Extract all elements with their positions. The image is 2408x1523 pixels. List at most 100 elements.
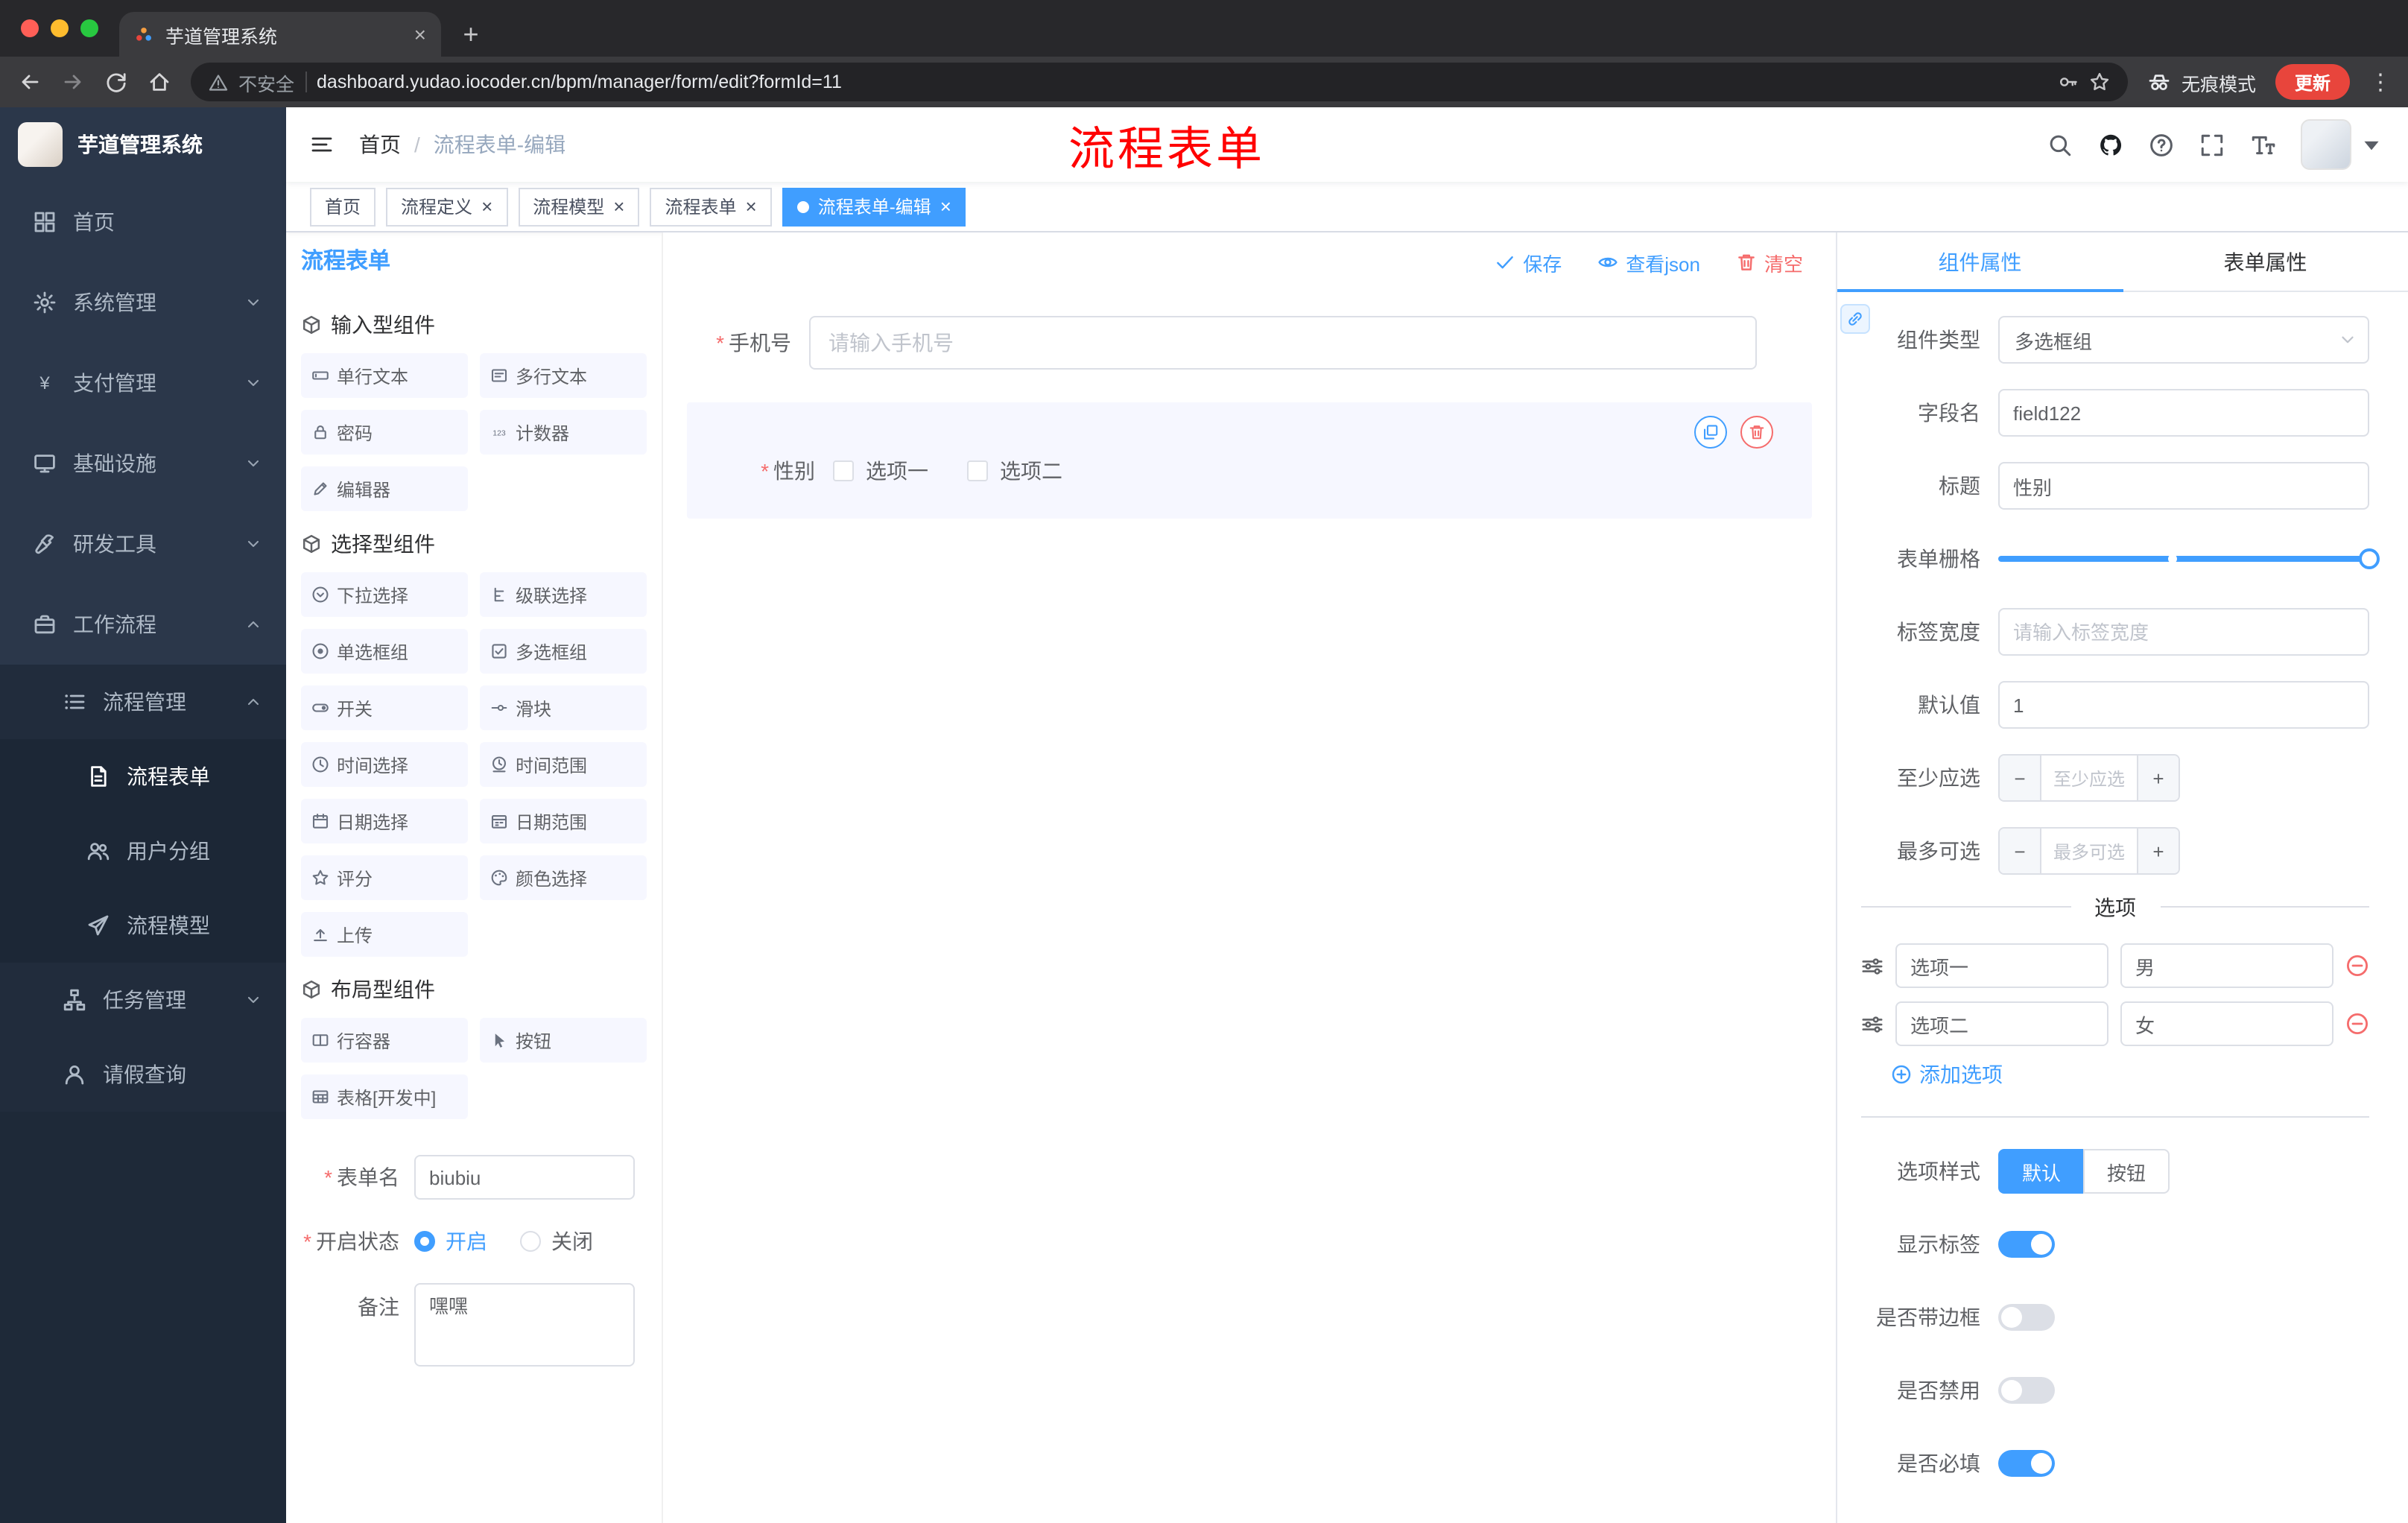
option-text-input[interactable] bbox=[1895, 943, 2108, 988]
home-icon[interactable] bbox=[148, 70, 171, 94]
default-value-input[interactable] bbox=[1998, 681, 2369, 729]
sidebar-item-home[interactable]: 首页 bbox=[0, 182, 286, 262]
close-window-button[interactable] bbox=[21, 19, 39, 37]
component-checkbox-group[interactable]: 多选框组 bbox=[480, 629, 647, 674]
tab-form-properties[interactable]: 表单属性 bbox=[2123, 232, 2408, 291]
component-type-select[interactable]: 多选框组 bbox=[1998, 316, 2369, 364]
show-label-toggle[interactable] bbox=[1998, 1231, 2055, 1258]
required-toggle[interactable] bbox=[1998, 1450, 2055, 1477]
fullscreen-icon[interactable] bbox=[2199, 132, 2225, 157]
remove-option-icon[interactable] bbox=[2345, 954, 2369, 978]
disabled-toggle[interactable] bbox=[1998, 1377, 2055, 1404]
option-value-input[interactable] bbox=[2120, 943, 2333, 988]
border-toggle[interactable] bbox=[1998, 1304, 2055, 1331]
component-date-picker[interactable]: 日期选择 bbox=[301, 799, 468, 843]
component-switch[interactable]: 开关 bbox=[301, 685, 468, 730]
zoom-window-button[interactable] bbox=[80, 19, 98, 37]
close-tag-icon[interactable] bbox=[481, 197, 492, 216]
new-tab-button[interactable] bbox=[450, 13, 492, 55]
delete-widget-button[interactable] bbox=[1740, 416, 1773, 449]
component-counter[interactable]: 计数器 bbox=[480, 410, 647, 455]
address-bar[interactable]: 不安全 dashboard.yudao.iocoder.cn/bpm/manag… bbox=[191, 63, 2128, 101]
form-remark-textarea[interactable]: 嘿嘿 bbox=[414, 1283, 635, 1367]
sidebar-item-system[interactable]: 系统管理 bbox=[0, 262, 286, 343]
back-icon[interactable] bbox=[18, 70, 42, 94]
link-icon[interactable] bbox=[1840, 304, 1870, 334]
plus-button[interactable] bbox=[2137, 756, 2179, 800]
tag-process-definition[interactable]: 流程定义 bbox=[386, 187, 508, 226]
sidebar-item-process-management[interactable]: 流程管理 bbox=[0, 665, 286, 739]
sidebar-item-task-management[interactable]: 任务管理 bbox=[0, 963, 286, 1037]
password-key-icon[interactable] bbox=[2058, 72, 2079, 92]
option-value-input[interactable] bbox=[2120, 1001, 2333, 1046]
sidebar-item-devtools[interactable]: 研发工具 bbox=[0, 504, 286, 584]
user-menu[interactable] bbox=[2301, 119, 2384, 170]
tag-process-form-edit[interactable]: 流程表单-编辑 bbox=[782, 187, 966, 226]
font-size-icon[interactable] bbox=[2250, 132, 2275, 157]
sidebar-item-process-form[interactable]: 流程表单 bbox=[0, 739, 286, 814]
min-select-placeholder[interactable]: 至少应选 bbox=[2041, 756, 2137, 800]
form-name-input[interactable] bbox=[414, 1155, 635, 1200]
bookmark-star-icon[interactable] bbox=[2089, 72, 2110, 92]
sidebar-logo[interactable]: 芋道管理系统 bbox=[0, 107, 286, 182]
component-time-range[interactable]: 时间范围 bbox=[480, 742, 647, 787]
component-multiline-text[interactable]: 多行文本 bbox=[480, 353, 647, 398]
tag-process-model[interactable]: 流程模型 bbox=[518, 187, 640, 226]
component-radio-group[interactable]: 单选框组 bbox=[301, 629, 468, 674]
component-rate[interactable]: 评分 bbox=[301, 855, 468, 900]
radio-open[interactable]: 开启 bbox=[414, 1226, 487, 1256]
max-select-placeholder[interactable]: 最多可选 bbox=[2041, 829, 2137, 873]
style-default-button[interactable]: 默认 bbox=[1998, 1149, 2084, 1194]
sidebar-item-workflow[interactable]: 工作流程 bbox=[0, 584, 286, 665]
style-button-button[interactable]: 按钮 bbox=[2083, 1149, 2170, 1194]
search-icon[interactable] bbox=[2047, 132, 2073, 157]
close-tag-icon[interactable] bbox=[746, 197, 757, 216]
browser-update-button[interactable]: 更新 bbox=[2275, 64, 2350, 100]
close-tag-icon[interactable] bbox=[940, 197, 951, 216]
browser-tab[interactable]: 芋道管理系统 bbox=[119, 12, 441, 57]
sidebar-item-infrastructure[interactable]: 基础设施 bbox=[0, 423, 286, 504]
option-text-input[interactable] bbox=[1895, 1001, 2108, 1046]
title-input[interactable] bbox=[1998, 462, 2369, 510]
save-button[interactable]: 保存 bbox=[1495, 248, 1562, 276]
field-name-input[interactable] bbox=[1998, 389, 2369, 437]
drag-handle-icon[interactable] bbox=[1861, 954, 1883, 977]
component-table[interactable]: 表格[开发中] bbox=[301, 1074, 468, 1119]
component-button[interactable]: 按钮 bbox=[480, 1018, 647, 1063]
slider-handle[interactable] bbox=[2359, 548, 2380, 569]
tag-process-form[interactable]: 流程表单 bbox=[650, 187, 772, 226]
sidebar-item-user-group[interactable]: 用户分组 bbox=[0, 814, 286, 888]
phone-input[interactable] bbox=[809, 316, 1757, 370]
remove-option-icon[interactable] bbox=[2345, 1012, 2369, 1036]
radio-closed[interactable]: 关闭 bbox=[520, 1226, 593, 1256]
add-option-button[interactable]: 添加选项 bbox=[1891, 1060, 2369, 1089]
form-grid-slider[interactable] bbox=[1998, 535, 2380, 583]
breadcrumb-home[interactable]: 首页 bbox=[359, 130, 401, 159]
component-single-text[interactable]: 单行文本 bbox=[301, 353, 468, 398]
copy-widget-button[interactable] bbox=[1694, 416, 1727, 449]
component-slider[interactable]: 滑块 bbox=[480, 685, 647, 730]
component-password[interactable]: 密码 bbox=[301, 410, 468, 455]
reload-icon[interactable] bbox=[104, 70, 128, 94]
component-time-picker[interactable]: 时间选择 bbox=[301, 742, 468, 787]
close-tab-icon[interactable] bbox=[414, 24, 426, 45]
checkbox-option-1[interactable]: 选项一 bbox=[833, 456, 928, 486]
view-json-button[interactable]: 查看json bbox=[1597, 248, 1700, 276]
checkbox-option-2[interactable]: 选项二 bbox=[967, 456, 1062, 486]
component-upload[interactable]: 上传 bbox=[301, 912, 468, 957]
help-icon[interactable] bbox=[2149, 132, 2174, 157]
plus-button[interactable] bbox=[2137, 829, 2179, 873]
minus-button[interactable] bbox=[2000, 756, 2041, 800]
component-row-container[interactable]: 行容器 bbox=[301, 1018, 468, 1063]
component-editor[interactable]: 编辑器 bbox=[301, 466, 468, 511]
component-cascader[interactable]: 级联选择 bbox=[480, 572, 647, 617]
clear-button[interactable]: 清空 bbox=[1736, 248, 1803, 276]
tag-home[interactable]: 首页 bbox=[310, 187, 376, 226]
component-color-picker[interactable]: 颜色选择 bbox=[480, 855, 647, 900]
tab-component-properties[interactable]: 组件属性 bbox=[1837, 232, 2123, 292]
sidebar-item-leave-query[interactable]: 请假查询 bbox=[0, 1037, 286, 1112]
minimize-window-button[interactable] bbox=[51, 19, 69, 37]
sidebar-item-process-model[interactable]: 流程模型 bbox=[0, 888, 286, 963]
label-width-input[interactable] bbox=[1998, 608, 2369, 656]
component-date-range[interactable]: 日期范围 bbox=[480, 799, 647, 843]
